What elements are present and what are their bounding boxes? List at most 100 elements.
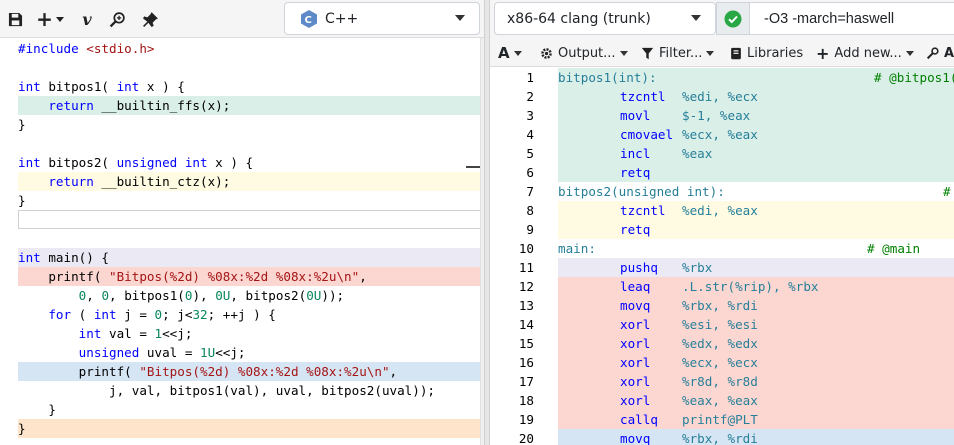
source-line[interactable]: int bitpos1( int x ) { [18, 77, 482, 96]
conformance-icon[interactable] [140, 9, 160, 29]
asm-comment: # [943, 184, 951, 199]
line-number: 9 [526, 222, 534, 237]
vim-mode-button[interactable]: v [77, 9, 97, 29]
asm-operands: %rbx [682, 260, 713, 275]
line-number: 2 [526, 89, 534, 104]
line-number: 19 [518, 412, 534, 427]
asm-operands: $-1, %eax [682, 108, 751, 123]
tools-label: A [944, 45, 954, 61]
wrench-icon [926, 46, 939, 60]
check-circle-icon [724, 10, 742, 27]
asm-line[interactable]: retq [558, 220, 954, 239]
asm-instruction: tzcntl [620, 89, 666, 104]
asm-line[interactable]: leaq .L.str(%rip), %rbx [558, 277, 954, 296]
source-line[interactable]: unsigned uval = 1U<<j; [18, 343, 482, 362]
libraries-label: Libraries [747, 45, 804, 61]
output-toolbar: A Output... Filter... Libraries + Add ne [490, 38, 954, 67]
asm-line[interactable]: xorl %r8d, %r8d [558, 372, 954, 391]
source-line[interactable] [18, 58, 482, 77]
asm-operands: %esi, %esi [682, 317, 758, 332]
asm-instruction: cmovael [620, 127, 674, 142]
save-icon[interactable] [5, 9, 25, 29]
source-line[interactable]: for ( int j = 0; j<32; ++j ) { [18, 305, 482, 324]
source-line[interactable]: return __builtin_ffs(x); [18, 96, 482, 115]
asm-operands: .L.str(%rip), %rbx [682, 279, 819, 294]
asm-instruction: leaq [620, 279, 651, 294]
source-line[interactable]: j, val, bitpos1(val), uval, bitpos2(uval… [18, 381, 482, 400]
tools-button[interactable]: A [926, 43, 954, 63]
asm-operands: %ecx, %ecx [682, 355, 758, 370]
line-number: 14 [518, 317, 534, 332]
asm-line[interactable]: bitpos1(int): # @bitpos1( [558, 68, 954, 87]
compiler-select[interactable]: x86-64 clang (trunk) [494, 2, 716, 35]
source-line[interactable]: #include <stdio.h> [18, 39, 482, 58]
line-number: 18 [518, 393, 534, 408]
asm-line[interactable]: movq %rbx, %rdi [558, 296, 954, 315]
chevron-down-icon [455, 15, 465, 21]
source-line[interactable]: } [18, 419, 482, 438]
libraries-button[interactable]: Libraries [730, 43, 803, 63]
asm-instruction: retq [620, 165, 651, 180]
add-new-button[interactable]: + Add new... [816, 43, 914, 63]
line-number: 8 [526, 203, 534, 218]
source-line[interactable]: printf( "Bitpos(%2d) %08x:%2d %08x:%2u\n… [18, 267, 482, 286]
svg-text:C: C [305, 15, 312, 26]
chevron-down-icon [905, 50, 914, 56]
output-menu-label: Output... [558, 45, 616, 61]
asm-instruction: movq [620, 431, 651, 445]
filter-menu-button[interactable]: Filter... [641, 43, 715, 63]
asm-label: main: [558, 241, 596, 256]
asm-instruction: xorl [620, 393, 651, 408]
asm-line[interactable]: xorl %eax, %eax [558, 391, 954, 410]
compile-status[interactable] [716, 2, 750, 35]
asm-line[interactable]: callq printf@PLT [558, 410, 954, 429]
line-number: 6 [526, 165, 534, 180]
asm-label: bitpos1(int): [558, 70, 657, 85]
source-line[interactable]: } [18, 191, 482, 210]
source-line[interactable]: } [18, 400, 482, 419]
source-line[interactable] [18, 229, 482, 248]
asm-line[interactable]: main: # @main [558, 239, 954, 258]
asm-line[interactable]: pushq %rbx [558, 258, 954, 277]
source-line[interactable]: int val = 1<<j; [18, 324, 482, 343]
asm-line[interactable]: retq [558, 163, 954, 182]
line-number: 10 [518, 241, 534, 256]
line-number: 17 [518, 374, 534, 389]
line-number: 5 [526, 146, 534, 161]
compiler-pane: x86-64 clang (trunk) A Output... [490, 0, 954, 445]
asm-operands: %edi, %eax [682, 203, 758, 218]
source-line[interactable] [18, 134, 482, 153]
asm-line[interactable]: tzcntl %edi, %eax [558, 201, 954, 220]
source-line[interactable]: 0, 0, bitpos1(0), 0U, bitpos2(0U)); [18, 286, 482, 305]
add-pane-button[interactable]: + [35, 7, 65, 31]
asm-line[interactable]: incl %eax [558, 144, 954, 163]
font-size-button[interactable]: A [498, 43, 522, 63]
source-line[interactable] [18, 210, 482, 229]
source-line[interactable]: } [18, 115, 482, 134]
asm-line[interactable]: tzcntl %edi, %ecx [558, 87, 954, 106]
assembly-output[interactable]: 1 bitpos1(int): # @bitpos1(2 tzcntl %edi, %e… [490, 67, 954, 445]
source-editor[interactable]: #include <stdio.h> int bitpos1( int x ) {… [0, 38, 484, 445]
asm-line[interactable]: movq %rbx, %rdi [558, 429, 954, 445]
source-line[interactable]: printf( "Bitpos(%2d) %08x:%2d %08x:%2u\n… [18, 362, 482, 381]
asm-instruction: movq [620, 298, 651, 313]
source-line[interactable]: int main() { [18, 248, 482, 267]
language-select[interactable]: C C++ [284, 2, 480, 35]
asm-label: bitpos2(unsigned int): [558, 184, 725, 199]
asm-line[interactable]: xorl %esi, %esi [558, 315, 954, 334]
plus-icon: + [816, 43, 830, 63]
compiler-options-input[interactable] [750, 2, 954, 35]
editor-toolbar: + v C C++ [0, 0, 484, 38]
asm-line[interactable]: movl $-1, %eax [558, 106, 954, 125]
add-new-label: Add new... [834, 45, 902, 61]
asm-line[interactable]: cmovael %ecx, %eax [558, 125, 954, 144]
chevron-down-icon [55, 16, 64, 22]
asm-line[interactable]: xorl %edx, %edx [558, 334, 954, 353]
source-line[interactable]: return __builtin_ctz(x); [18, 172, 482, 191]
search-icon[interactable] [107, 9, 127, 29]
source-line[interactable]: int bitpos2( unsigned int x ) { [18, 153, 482, 172]
output-menu-button[interactable]: Output... [540, 43, 628, 63]
asm-line[interactable]: xorl %ecx, %ecx [558, 353, 954, 372]
asm-line[interactable]: bitpos2(unsigned int): # [558, 182, 954, 201]
line-number: 16 [518, 355, 534, 370]
